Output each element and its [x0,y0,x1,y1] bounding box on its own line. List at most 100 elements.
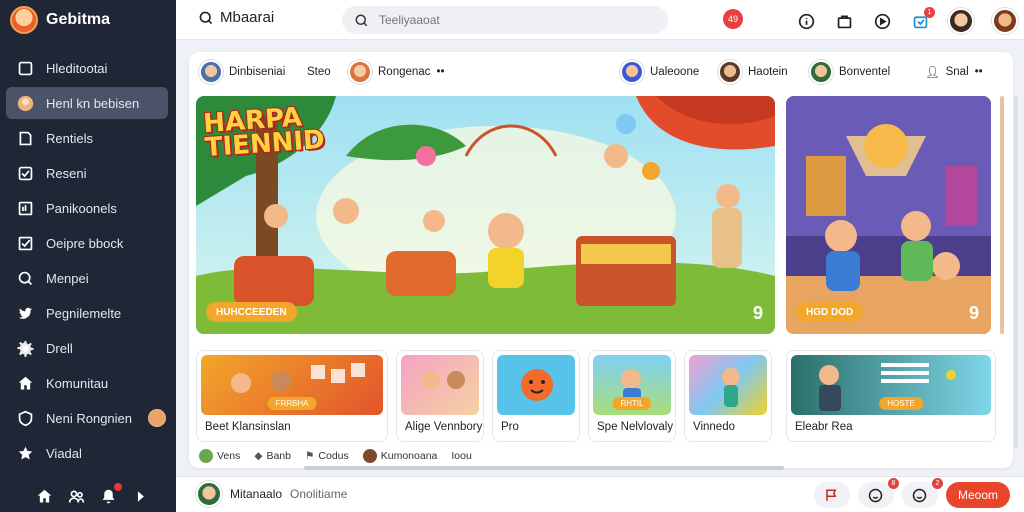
play-icon[interactable] [872,11,892,31]
more-icon[interactable]: •• [975,66,983,78]
sidebar-item-8[interactable]: Pegnilemelte [6,297,168,329]
notification-badge: 1 [924,7,935,18]
thumbnail-label: Eleabr Rea [795,421,853,433]
home-icon[interactable] [34,486,54,506]
search-icon [355,14,368,26]
horizontal-scrollbar[interactable] [304,466,784,470]
flag-button[interactable] [813,482,850,508]
author-item[interactable]: Ioou [451,450,471,462]
user-name: Rongenac [378,66,431,78]
sidebar-item-label: Komunitau [46,375,109,391]
sidebar-item-label: Menpei [46,270,89,286]
sidebar-item-label: Panikoonels [46,200,117,216]
thumbnail-image: RHTIL [593,355,671,415]
sidebar-item-label: Pegnilemelte [46,305,122,321]
thumbnail-image [689,355,767,415]
emoji-icon [869,488,883,502]
sidebar-item-2[interactable]: Henl kn bebisen [6,87,168,119]
bottom-actions: 8 2 Meoom [813,478,1010,508]
search-icon [199,11,213,24]
thumbnail-illustration [521,369,553,401]
user-chip[interactable]: Bonventel [809,60,890,84]
search-input[interactable] [379,13,619,27]
brand[interactable]: Gebitma [0,0,176,40]
author-item[interactable]: Kumonoana [362,449,437,463]
avatar[interactable] [948,8,974,34]
sidebar-item-3[interactable]: Rentiels [6,122,168,154]
sidebar-item-6[interactable]: Oeipre bbock [6,227,168,259]
thumbnail-illustration [722,368,740,407]
bell-icon[interactable] [98,483,122,506]
author-item[interactable]: ⚑︎ Codus [305,450,349,462]
avatar [196,481,222,507]
smile-icon [913,488,927,502]
author-item[interactable]: ◆ Banb [254,450,291,462]
sidebar-item-12[interactable]: Viadal [6,437,168,469]
thumbnail-card[interactable]: HOSTE Eleabr Rea [786,350,996,442]
thumbnail-label: Beet Klansinslan [205,421,291,433]
thumbnail-pill: FRRBHA [267,397,317,410]
share-icon[interactable] [130,486,150,506]
bag-icon[interactable] [834,11,854,31]
sidebar-item-5[interactable]: Panikoonels [6,192,168,224]
sidebar-item-4[interactable]: Reseni [6,157,168,189]
thumbnail-image [497,355,575,415]
user-chip[interactable]: Ualeoone [620,60,699,84]
thumbnail-card[interactable]: FRRBHA Beet Klansinslan [196,350,388,442]
primary-button[interactable]: Meoom [945,482,1010,508]
user-chip[interactable]: Dinbiseniai [199,60,285,84]
user-chip[interactable]: 👤︎ Snal •• [925,60,983,84]
sidebar-item-label: Drell [46,340,73,356]
cart-icon[interactable]: 1 [910,7,935,31]
main-card: Dinbiseniai Steo Rongenac •• Ualeoone Ha… [189,52,1013,470]
emoji-button[interactable]: 8 [857,478,899,508]
sidebar-item-label: Rentiels [46,130,93,146]
thumbnail-card[interactable]: Alige Vennbory [396,350,484,442]
author-label: Ioou [451,450,472,462]
bird-icon [16,304,34,322]
avatar[interactable] [992,8,1018,34]
hero-banner-secondary[interactable]: HGD DOD 9 [786,96,991,334]
search-bar[interactable] [342,6,668,34]
thumbnail-label: Pro [501,421,519,433]
checkbox-icon [16,234,34,252]
user-name: Bonventel [839,66,891,78]
avatar [199,60,223,84]
sidebar-item-11[interactable]: Neni Rongnien [6,402,168,434]
bottom-user[interactable]: Mitanaalo Onolitiame [196,481,347,507]
more-icon[interactable]: •• [436,66,444,78]
sidebar-item-10[interactable]: Komunitau [6,367,168,399]
users-icon[interactable] [66,486,86,506]
user-row: Dinbiseniai Steo Rongenac •• Ualeoone Ha… [199,60,999,84]
thumbnail-card[interactable]: Vinnedo [684,350,772,442]
user-icon: 👤︎ [925,67,940,79]
gear-icon [16,339,34,357]
sidebar-item-label: Reseni [46,165,87,181]
author-item[interactable]: Vens [199,449,240,463]
hero-number: 9 [968,303,979,323]
user-chip[interactable]: Rongenac •• [348,60,445,84]
user-name: Snal [945,66,969,78]
thumbnail-image: FRRBHA [201,355,383,415]
reaction-button[interactable]: 2 [901,478,943,508]
notification-badge: 8 [887,478,899,489]
avatar [362,449,377,463]
avatar [620,60,644,84]
hero-banner[interactable]: HARPA TIENNID HUHCCEEDEN 9 [196,96,775,334]
vertical-scrollbar[interactable] [1014,96,1018,448]
brand-logo [10,6,38,34]
sidebar-item-7[interactable]: Menpei [6,262,168,294]
topbar-icons: 1 [796,7,1018,34]
sidebar-item-9[interactable]: Drell [6,332,168,364]
alert-badge[interactable]: 49 [723,9,743,29]
sidebar-item-label: Hleditootai [46,60,108,76]
hero-number: 9 [752,303,763,323]
flag-icon [826,489,837,501]
nav-badge [148,409,167,427]
user-chip[interactable]: Haotein [718,60,788,84]
thumbnail-card[interactable]: RHTIL Spe Nelvlovaly [588,350,676,442]
thumbnail-card[interactable]: Pro [492,350,580,442]
sidebar-item-1[interactable]: Hleditootai [6,52,168,84]
topbar: Mbaarai 49 1 [176,0,1024,40]
info-icon[interactable] [796,11,816,31]
